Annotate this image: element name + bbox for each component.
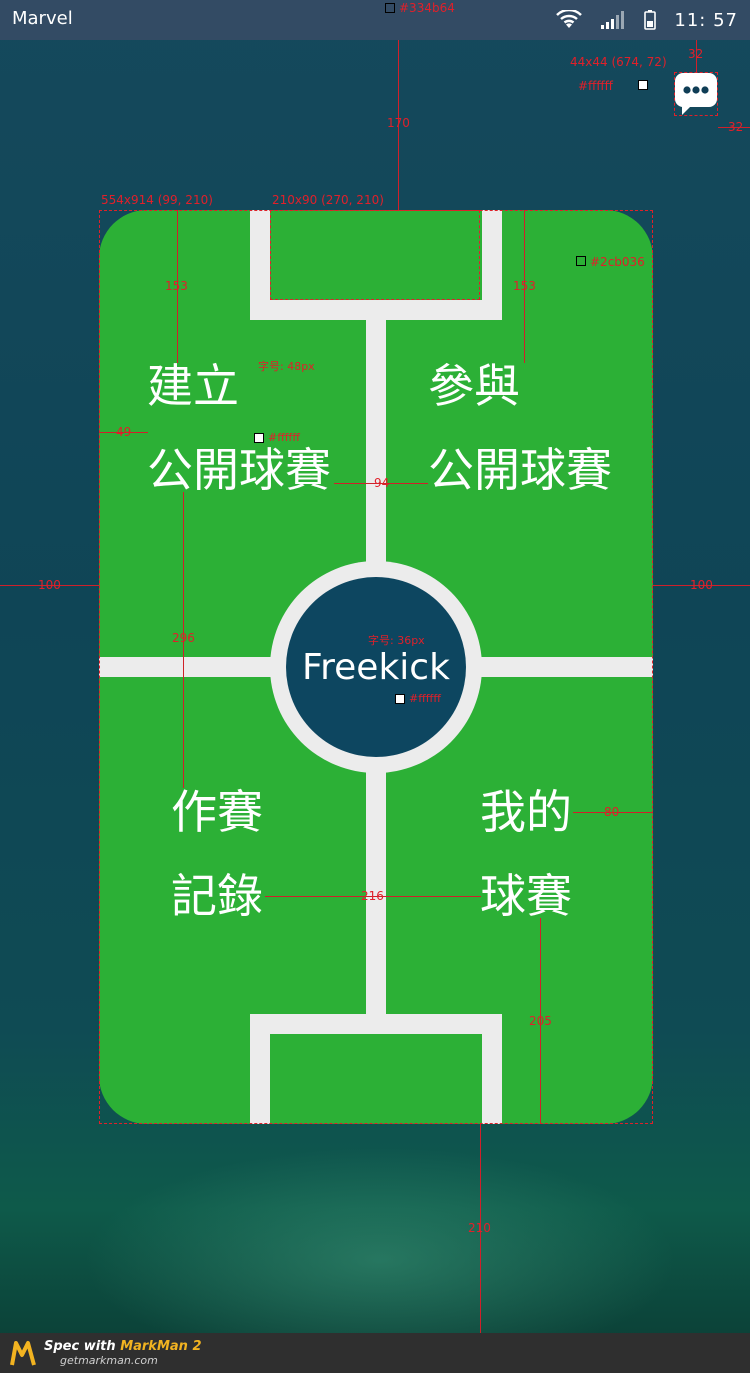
status-app-name: Marvel [12,8,73,29]
footer-title: Spec with MarkMan 2 [44,1339,202,1354]
status-bar: Marvel 11: 57 [0,0,750,40]
footer-prefix: Spec with [44,1339,121,1354]
status-color-swatch [385,3,395,13]
markman-logo-icon [10,1341,36,1366]
text-color-label: #ffffff [268,431,300,444]
field-color-label: #2cb036 [590,255,645,269]
wifi-icon [556,10,583,28]
goal-bounds [270,210,480,300]
vertical-296-label: 296 [172,631,195,645]
top-left-gap-label: 153 [165,279,188,293]
center-text-color-label: #ffffff [409,692,441,705]
field-size-label: 554x914 (99, 210) [101,193,213,207]
bottom-210-label: 210 [468,1221,491,1235]
middle-gap-label: 94 [374,476,390,490]
chat-right-label: 32 [728,120,744,134]
left-text-margin-label: 49 [116,425,132,439]
status-icons: 11: 57 [556,0,738,40]
chat-bounds [674,72,718,116]
margin-right-label: 100 [690,578,713,592]
chat-color-swatch [638,80,648,90]
right-80-label: 80 [604,805,620,819]
font-size-36-label: 字号: 36px [368,634,425,647]
goal-size-label: 210x90 (270, 210) [272,193,384,207]
top-right-gap-label: 153 [513,279,536,293]
footer-url[interactable]: getmarkman.com [60,1354,158,1367]
battery-icon [644,10,657,30]
center-text-color-swatch [395,694,405,704]
markman-footer: Spec with MarkMan 2 getmarkman.com [0,1333,750,1373]
bottom-205-label: 205 [529,1014,552,1028]
status-color-label: #334b64 [399,1,455,15]
text-color-swatch [254,433,264,443]
field-color-swatch [576,256,586,266]
footer-brand: MarkMan 2 [120,1339,202,1354]
chat-top-label: 32 [688,47,704,61]
signal-icon [601,11,625,29]
top-gap-label: 170 [387,116,410,130]
chat-color-label: #ffffff [578,79,613,93]
margin-left-label: 100 [38,578,61,592]
middle-216-label: 216 [361,889,384,903]
status-time: 11: 57 [674,9,738,31]
chat-size-label: 44x44 (674, 72) [570,55,667,69]
font-size-48-label: 字号: 48px [258,360,315,373]
